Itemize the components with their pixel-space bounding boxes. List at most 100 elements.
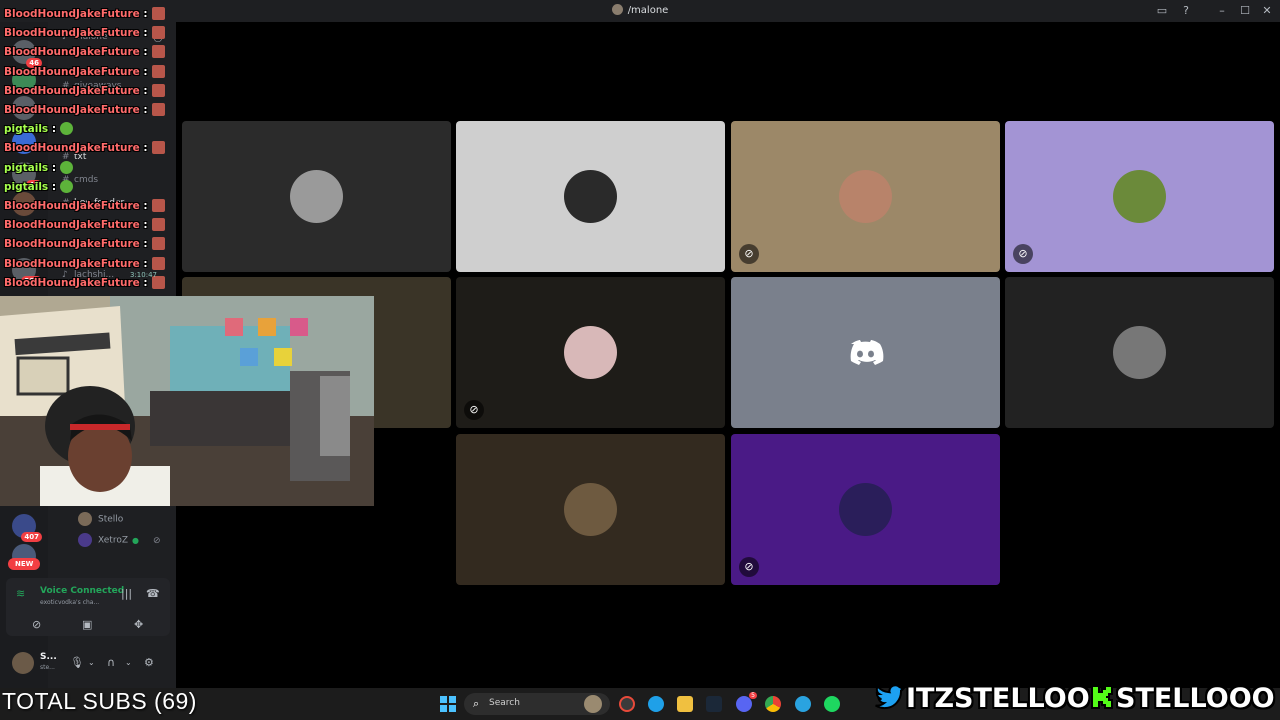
emote-icon — [151, 256, 165, 270]
signal-icon[interactable]: ≋ — [16, 587, 25, 600]
chat-message: BloodHoundJakeFuture : — [4, 45, 165, 64]
video-tile[interactable] — [456, 121, 725, 272]
emote-icon — [151, 103, 165, 116]
user-name[interactable]: S... — [40, 652, 57, 662]
twitter-handle: ITZSTELLOO — [874, 682, 1090, 716]
file-explorer-icon[interactable] — [677, 696, 693, 712]
avatar — [839, 483, 892, 536]
chat-username: BloodHoundJakeFuture — [4, 219, 140, 232]
chat-message: pigtails : — [4, 179, 74, 199]
close-icon[interactable]: ✕ — [1260, 4, 1274, 17]
voice-member[interactable]: XetroZ ● ⊘ — [78, 533, 161, 547]
search-highlight-icon — [584, 695, 602, 713]
muted-icon: ⊘ — [153, 535, 161, 546]
chat-username: pigtails — [4, 161, 49, 174]
chat-separator: : — [139, 84, 148, 97]
game-icon: ● — [132, 535, 139, 545]
chat-separator: : — [139, 27, 148, 40]
emote-icon — [151, 237, 165, 251]
discord-badge: 5 — [749, 692, 757, 699]
help-icon[interactable]: ? — [1179, 4, 1193, 17]
twitter-handle-text: ITZSTELLOO — [906, 683, 1090, 714]
microphone-icon[interactable]: 🎙︎ — [70, 656, 84, 669]
video-tile[interactable]: ⊘ — [456, 277, 725, 428]
chat-separator: : — [139, 200, 148, 212]
webcam-feed — [0, 296, 374, 506]
inbox-icon[interactable]: ▭ — [1155, 4, 1169, 17]
discord-logo-icon — [839, 326, 892, 379]
chevron-down-icon[interactable]: ⌄ — [88, 658, 95, 667]
video-tile[interactable]: ⊘ — [1005, 121, 1274, 272]
windows-start-icon[interactable] — [440, 696, 456, 712]
muted-mic-icon: ⊘ — [464, 400, 484, 420]
voice-member[interactable]: Stello — [78, 512, 123, 526]
emote-icon — [151, 64, 165, 78]
chat-username: BloodHoundJakeFuture — [4, 65, 140, 78]
camera-off-icon[interactable]: ⊘ — [32, 618, 41, 631]
avatar — [564, 483, 617, 536]
headphones-icon[interactable]: ∩ — [107, 656, 115, 669]
new-badge[interactable]: NEW — [8, 558, 41, 570]
chat-separator: : — [139, 257, 148, 270]
chat-message: BloodHoundJakeFuture : — [4, 7, 165, 26]
video-tile[interactable] — [731, 277, 1000, 428]
chat-username: BloodHoundJakeFuture — [4, 238, 140, 251]
chat-message: BloodHoundJakeFuture : — [4, 141, 165, 160]
muted-mic-icon: ⊘ — [739, 244, 759, 264]
settings-gear-icon[interactable]: ⚙ — [144, 656, 154, 669]
disconnect-icon[interactable]: ☎ — [146, 587, 160, 600]
activities-icon[interactable]: ✥ — [134, 618, 143, 631]
discord-icon[interactable]: 5 — [736, 692, 757, 712]
video-tile[interactable] — [182, 121, 451, 272]
chat-username: BloodHoundJakeFuture — [4, 46, 140, 59]
maximize-icon[interactable]: ☐ — [1238, 4, 1252, 17]
avatar — [1113, 170, 1166, 223]
app-icon[interactable] — [619, 696, 635, 712]
pepe-emote-icon — [60, 179, 74, 193]
muted-mic-icon: ⊘ — [1013, 244, 1033, 264]
video-tile[interactable]: ⊘ — [731, 434, 1000, 585]
chrome-icon[interactable] — [765, 696, 781, 712]
server-icon[interactable]: 407 — [12, 514, 42, 542]
voice-status[interactable]: Voice Connected — [40, 586, 124, 596]
avatar — [290, 170, 343, 223]
minimize-icon[interactable]: – — [1215, 4, 1229, 17]
steam-icon[interactable] — [706, 696, 722, 712]
chat-message: pigtails : — [4, 160, 74, 180]
chat-message: BloodHoundJakeFuture : — [4, 64, 165, 84]
noise-suppression-icon[interactable]: ||| — [121, 587, 132, 600]
avatar — [1113, 326, 1166, 379]
video-tile[interactable] — [1005, 277, 1274, 428]
video-tile[interactable]: ⊘ — [731, 121, 1000, 272]
telegram-icon[interactable] — [795, 696, 811, 712]
window-title-text: /malone — [627, 5, 669, 16]
chat-separator: : — [139, 8, 148, 20]
emote-icon — [151, 218, 165, 232]
emote-icon — [151, 199, 165, 212]
chat-message: BloodHoundJakeFuture : — [4, 237, 165, 256]
voice-channel[interactable]: exoticvodka's cha... — [40, 599, 99, 606]
voice-connected-panel: ≋ Voice Connected exoticvodka's cha... |… — [6, 578, 170, 636]
chat-timestamp: 3:10:47 — [130, 271, 157, 279]
chat-separator: : — [139, 104, 148, 116]
emote-icon — [151, 26, 165, 40]
avatar[interactable] — [12, 652, 34, 674]
chat-message: BloodHoundJakeFuture : — [4, 218, 165, 237]
video-tile[interactable] — [456, 434, 725, 585]
chat-message: BloodHoundJakeFuture : — [4, 199, 165, 218]
chat-separator: : — [139, 219, 148, 232]
chat-username: BloodHoundJakeFuture — [4, 200, 140, 212]
kick-handle: STELLOOO — [1090, 682, 1275, 716]
chat-username: pigtails — [4, 123, 49, 136]
chat-username: BloodHoundJakeFuture — [4, 276, 140, 289]
edge-icon[interactable] — [648, 696, 664, 712]
taskbar-search[interactable]: ⌕ Search — [464, 693, 610, 715]
spotify-icon[interactable] — [824, 696, 840, 712]
chat-separator: : — [48, 123, 57, 136]
emote-icon — [151, 141, 165, 155]
chat-separator: : — [139, 238, 148, 251]
chevron-down-icon[interactable]: ⌄ — [125, 658, 132, 667]
avatar — [564, 326, 617, 379]
chat-message: BloodHoundJakeFuture : — [4, 26, 165, 45]
screen-share-icon[interactable]: ▣ — [82, 618, 92, 631]
